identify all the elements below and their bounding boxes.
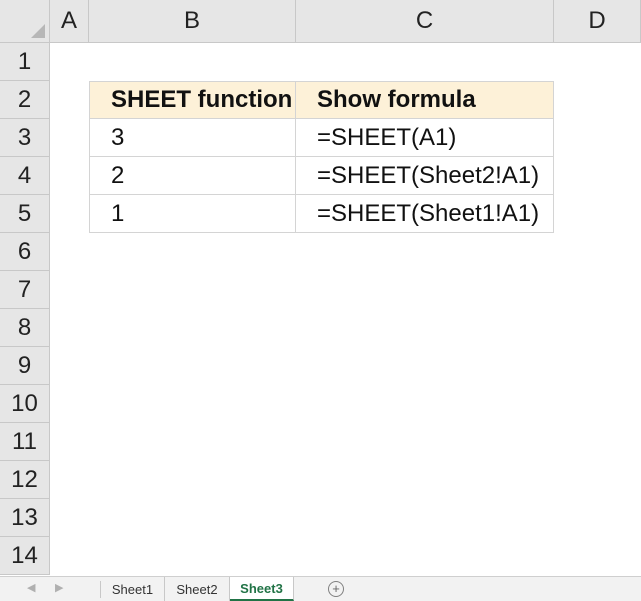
column-header-a[interactable]: A	[50, 0, 89, 43]
cell-c2-header[interactable]: Show formula	[296, 81, 554, 119]
select-all-button[interactable]	[0, 0, 50, 43]
row-header-13[interactable]: 13	[0, 499, 50, 537]
row-header-7[interactable]: 7	[0, 271, 50, 309]
tab-sheet3[interactable]: Sheet3	[230, 577, 294, 601]
cell-b2-header[interactable]: SHEET function	[89, 81, 296, 119]
row-header-8[interactable]: 8	[0, 309, 50, 347]
caret-left-icon[interactable]: ◀	[27, 581, 35, 594]
row-header-14[interactable]: 14	[0, 537, 50, 575]
column-header-d[interactable]: D	[554, 0, 641, 43]
cell-b4[interactable]: 2	[89, 157, 296, 195]
row-header-1[interactable]: 1	[0, 43, 50, 81]
row-header-9[interactable]: 9	[0, 347, 50, 385]
column-header-b[interactable]: B	[89, 0, 296, 43]
row-header-11[interactable]: 11	[0, 423, 50, 461]
row-header-10[interactable]: 10	[0, 385, 50, 423]
cell-c3[interactable]: =SHEET(A1)	[296, 119, 554, 157]
row-header-5[interactable]: 5	[0, 195, 50, 233]
cell-b5[interactable]: 1	[89, 195, 296, 233]
select-all-triangle-icon	[31, 24, 45, 38]
cell-c5[interactable]: =SHEET(Sheet1!A1)	[296, 195, 554, 233]
row-header-12[interactable]: 12	[0, 461, 50, 499]
column-header-c[interactable]: C	[296, 0, 554, 43]
row-header-2[interactable]: 2	[0, 81, 50, 119]
cell-b3[interactable]: 3	[89, 119, 296, 157]
plus-circle-icon[interactable]: +	[328, 581, 344, 597]
sheet-tab-bar: ◀ ▶ Sheet1 Sheet2 Sheet3 +	[0, 576, 641, 601]
caret-right-icon[interactable]: ▶	[55, 581, 63, 594]
cell-c4[interactable]: =SHEET(Sheet2!A1)	[296, 157, 554, 195]
tab-sheet1[interactable]: Sheet1	[101, 577, 165, 601]
tab-sheet2[interactable]: Sheet2	[165, 577, 230, 601]
row-header-3[interactable]: 3	[0, 119, 50, 157]
row-header-4[interactable]: 4	[0, 157, 50, 195]
spreadsheet-grid: A B C D 1 2 3 4 5 6 7 8 9 10 11 12 13 14…	[0, 0, 641, 576]
row-header-6[interactable]: 6	[0, 233, 50, 271]
